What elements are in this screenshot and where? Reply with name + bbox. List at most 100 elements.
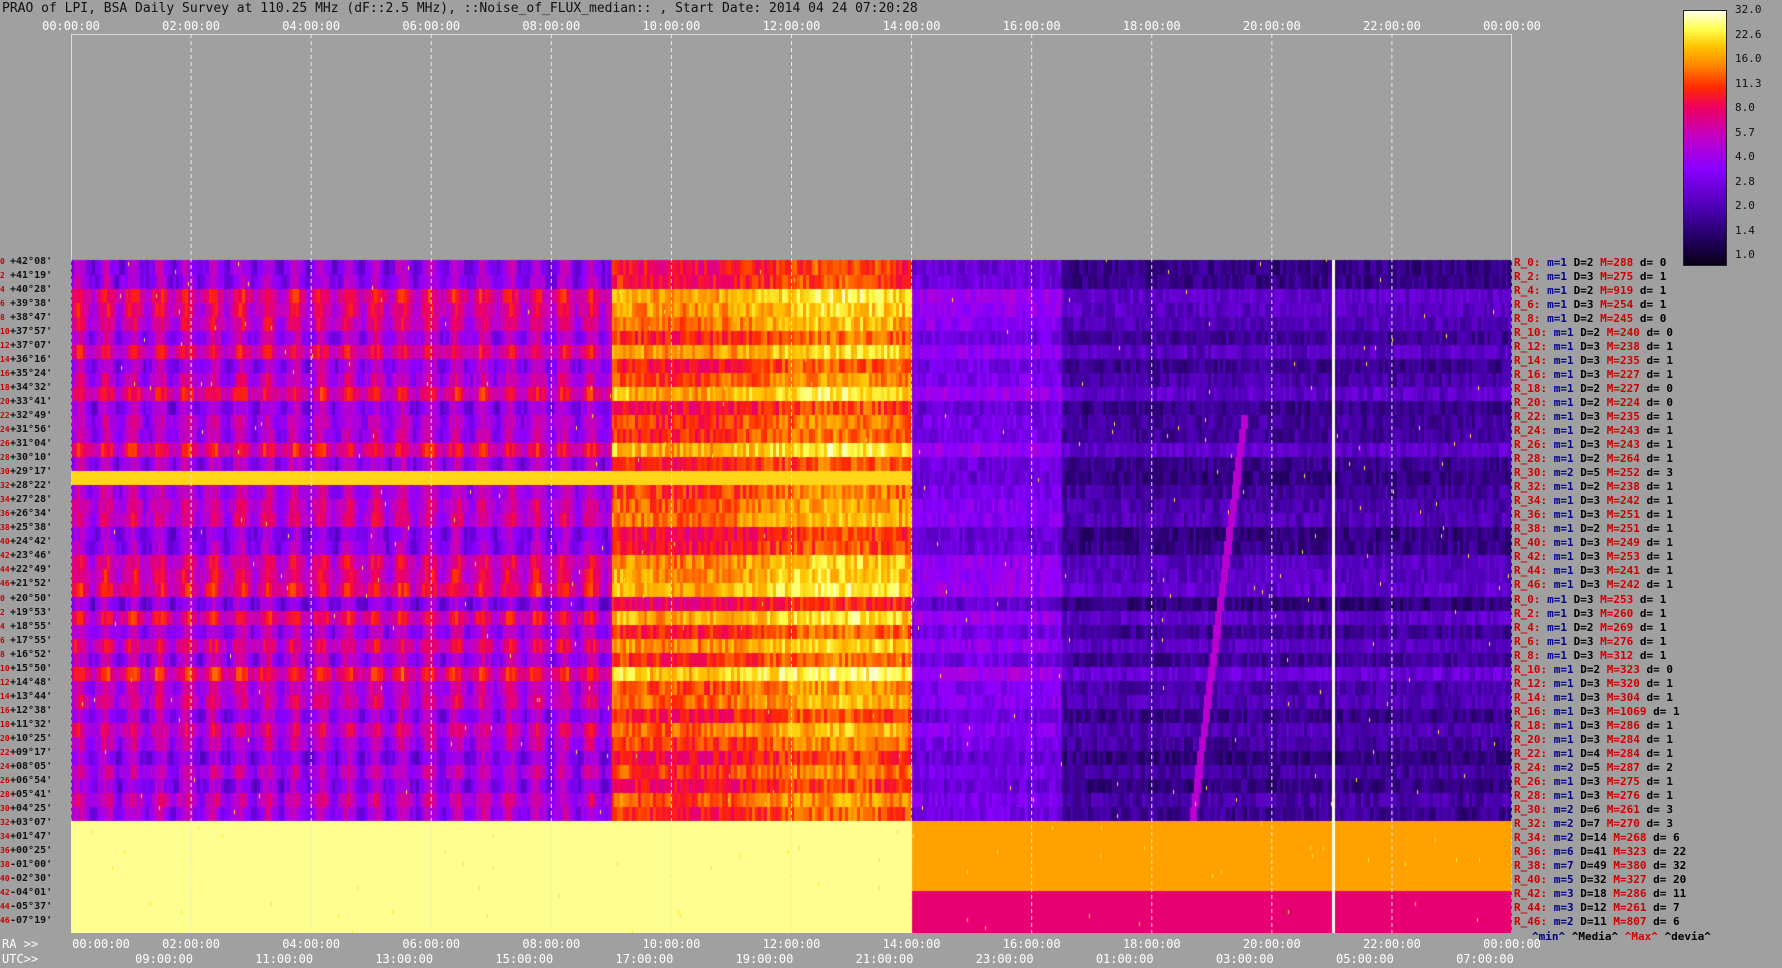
stat-min: m=1	[1553, 410, 1574, 424]
page-title: PRAO of LPI, BSA Daily Survey at 110.25 …	[2, 1, 918, 16]
utc-tick-label: 09:00:00	[135, 952, 193, 966]
row-stat: R_12: m=1 D=3 M=238 d= 1	[1514, 340, 1673, 353]
stat-max: M=253	[1600, 592, 1634, 606]
declination-label: 18+34°32'	[0, 382, 71, 393]
stat-min: m=1	[1547, 648, 1567, 662]
declination-label: 34+27°28'	[0, 494, 71, 505]
stat-range: R_20:	[1514, 732, 1548, 746]
dec-value: +01°47'	[10, 830, 53, 842]
stat-max: M=323	[1613, 844, 1647, 858]
row-stat: R_26: m=1 D=3 M=275 d= 1	[1514, 775, 1673, 788]
stat-max: M=304	[1606, 690, 1640, 704]
row-stat: R_36: m=6 D=41 M=323 d= 22	[1514, 845, 1686, 858]
stat-devia: d= 1	[1646, 438, 1674, 452]
dec-value: -07°19'	[10, 914, 53, 926]
colorbar-tick-label: 8.0	[1735, 101, 1755, 114]
declination-label: 40+24°42'	[0, 536, 71, 547]
row-stat: R_16: m=1 D=3 M=227 d= 1	[1514, 368, 1673, 381]
stat-range: R_16:	[1514, 368, 1548, 382]
stat-max: M=276	[1600, 634, 1634, 648]
stat-range: R_20:	[1514, 396, 1548, 410]
stat-min: m=1	[1547, 256, 1567, 269]
stat-max: M=245	[1600, 312, 1634, 326]
colorbar-tick-label: 22.6	[1735, 27, 1762, 41]
dec-value: +05°41'	[10, 788, 53, 800]
ra-bottom-tick-label: 08:00:00	[522, 937, 581, 951]
row-stat: R_40: m=5 D=32 M=327 d= 20	[1514, 873, 1686, 886]
stat-median: D=3	[1580, 704, 1601, 718]
row-stat: R_44: m=1 D=3 M=241 d= 1	[1514, 564, 1673, 577]
stat-median: D=2	[1573, 620, 1594, 634]
stat-min: m=6	[1553, 844, 1574, 858]
row-stat: R_6: m=1 D=3 M=276 d= 1	[1514, 635, 1666, 648]
dec-value: -04°01'	[10, 886, 53, 898]
row-stat: R_40: m=1 D=3 M=249 d= 1	[1514, 536, 1673, 549]
stat-devia: d= 1	[1639, 284, 1667, 298]
stat-median: D=3	[1580, 494, 1601, 508]
declination-label: 0 +20°50'	[0, 593, 71, 604]
declination-label: 24+08°05'	[0, 761, 71, 772]
dec-value: +23°46'	[10, 550, 53, 562]
row-stat: R_8: m=1 D=2 M=245 d= 0	[1514, 312, 1666, 325]
stat-max: M=269	[1600, 620, 1634, 634]
ra-axis-prefix: RA >>	[2, 937, 39, 951]
declination-label: 36+26°34'	[0, 508, 71, 519]
dec-value: +20°50'	[10, 592, 53, 604]
stat-range: R_22:	[1514, 410, 1548, 424]
stat-max: M=243	[1606, 424, 1640, 438]
stat-devia: d= 20	[1653, 872, 1687, 886]
stat-range: R_6:	[1514, 634, 1541, 648]
stat-min: m=1	[1553, 662, 1574, 676]
stat-median: D=2	[1580, 480, 1601, 494]
declination-label: 8 +38°47'	[0, 312, 71, 323]
row-stat: R_22: m=1 D=4 M=284 d= 1	[1514, 747, 1673, 760]
stat-devia: d= 1	[1646, 494, 1674, 508]
stat-min: m=1	[1553, 480, 1574, 494]
stat-min: m=1	[1553, 522, 1574, 536]
ra-top-tick-label: 22:00:00	[1363, 19, 1421, 33]
stat-range: R_10:	[1514, 662, 1548, 676]
stat-range: R_42:	[1514, 886, 1548, 900]
stat-devia: d= 1	[1646, 522, 1674, 536]
row-index: 28	[0, 789, 10, 799]
dec-value: +16°52'	[10, 648, 53, 660]
declination-label: 34+01°47'	[0, 831, 71, 842]
row-index: 18	[0, 719, 10, 729]
dec-value: +06°54'	[10, 774, 53, 786]
row-index: 8	[0, 649, 5, 659]
stat-devia: d= 3	[1646, 802, 1674, 816]
row-stat: R_10: m=1 D=2 M=240 d= 0	[1514, 326, 1673, 339]
stat-devia: d= 1	[1646, 410, 1674, 424]
stat-range: R_40:	[1514, 536, 1548, 550]
utc-tick-label: 17:00:00	[615, 952, 674, 966]
stat-range: R_14:	[1514, 354, 1548, 368]
stat-range: R_2:	[1514, 270, 1541, 284]
row-stat: R_46: m=2 D=11 M=807 d= 6	[1514, 915, 1680, 928]
stat-min: m=1	[1553, 676, 1574, 690]
stat-devia: d= 1	[1646, 452, 1674, 466]
ra-bottom-tick-label: 22:00:00	[1363, 937, 1421, 951]
stat-range: R_46:	[1514, 914, 1548, 928]
row-stat: R_16: m=1 D=3 M=1069 d= 1	[1514, 705, 1680, 718]
row-index: 18	[0, 383, 10, 393]
stat-max: M=261	[1613, 900, 1647, 914]
stat-median: D=2	[1573, 312, 1594, 326]
ra-bottom-tick-label: 06:00:00	[402, 937, 461, 951]
dec-value: +14°48'	[10, 676, 53, 688]
ra-top-tick-label: 00:00:00	[1483, 19, 1541, 33]
stat-devia: d= 1	[1646, 788, 1674, 802]
row-index: 4	[0, 285, 5, 295]
dec-value: -02°30'	[10, 872, 53, 884]
declination-label: 10+37°57'	[0, 326, 71, 337]
stat-median: D=3	[1580, 690, 1601, 704]
declination-label: 4 +40°28'	[0, 284, 71, 295]
dec-value: +29°17'	[10, 466, 53, 478]
dec-value: +41°19'	[10, 270, 53, 282]
stat-min: m=1	[1553, 536, 1574, 550]
row-index: 6	[0, 299, 5, 309]
stat-devia: d= 1	[1646, 536, 1674, 550]
stat-devia: d= 1	[1639, 648, 1667, 662]
stat-median: D=14	[1580, 830, 1607, 844]
dec-value: +33°41'	[10, 396, 53, 408]
row-stat: R_28: m=1 D=2 M=264 d= 1	[1514, 452, 1673, 465]
